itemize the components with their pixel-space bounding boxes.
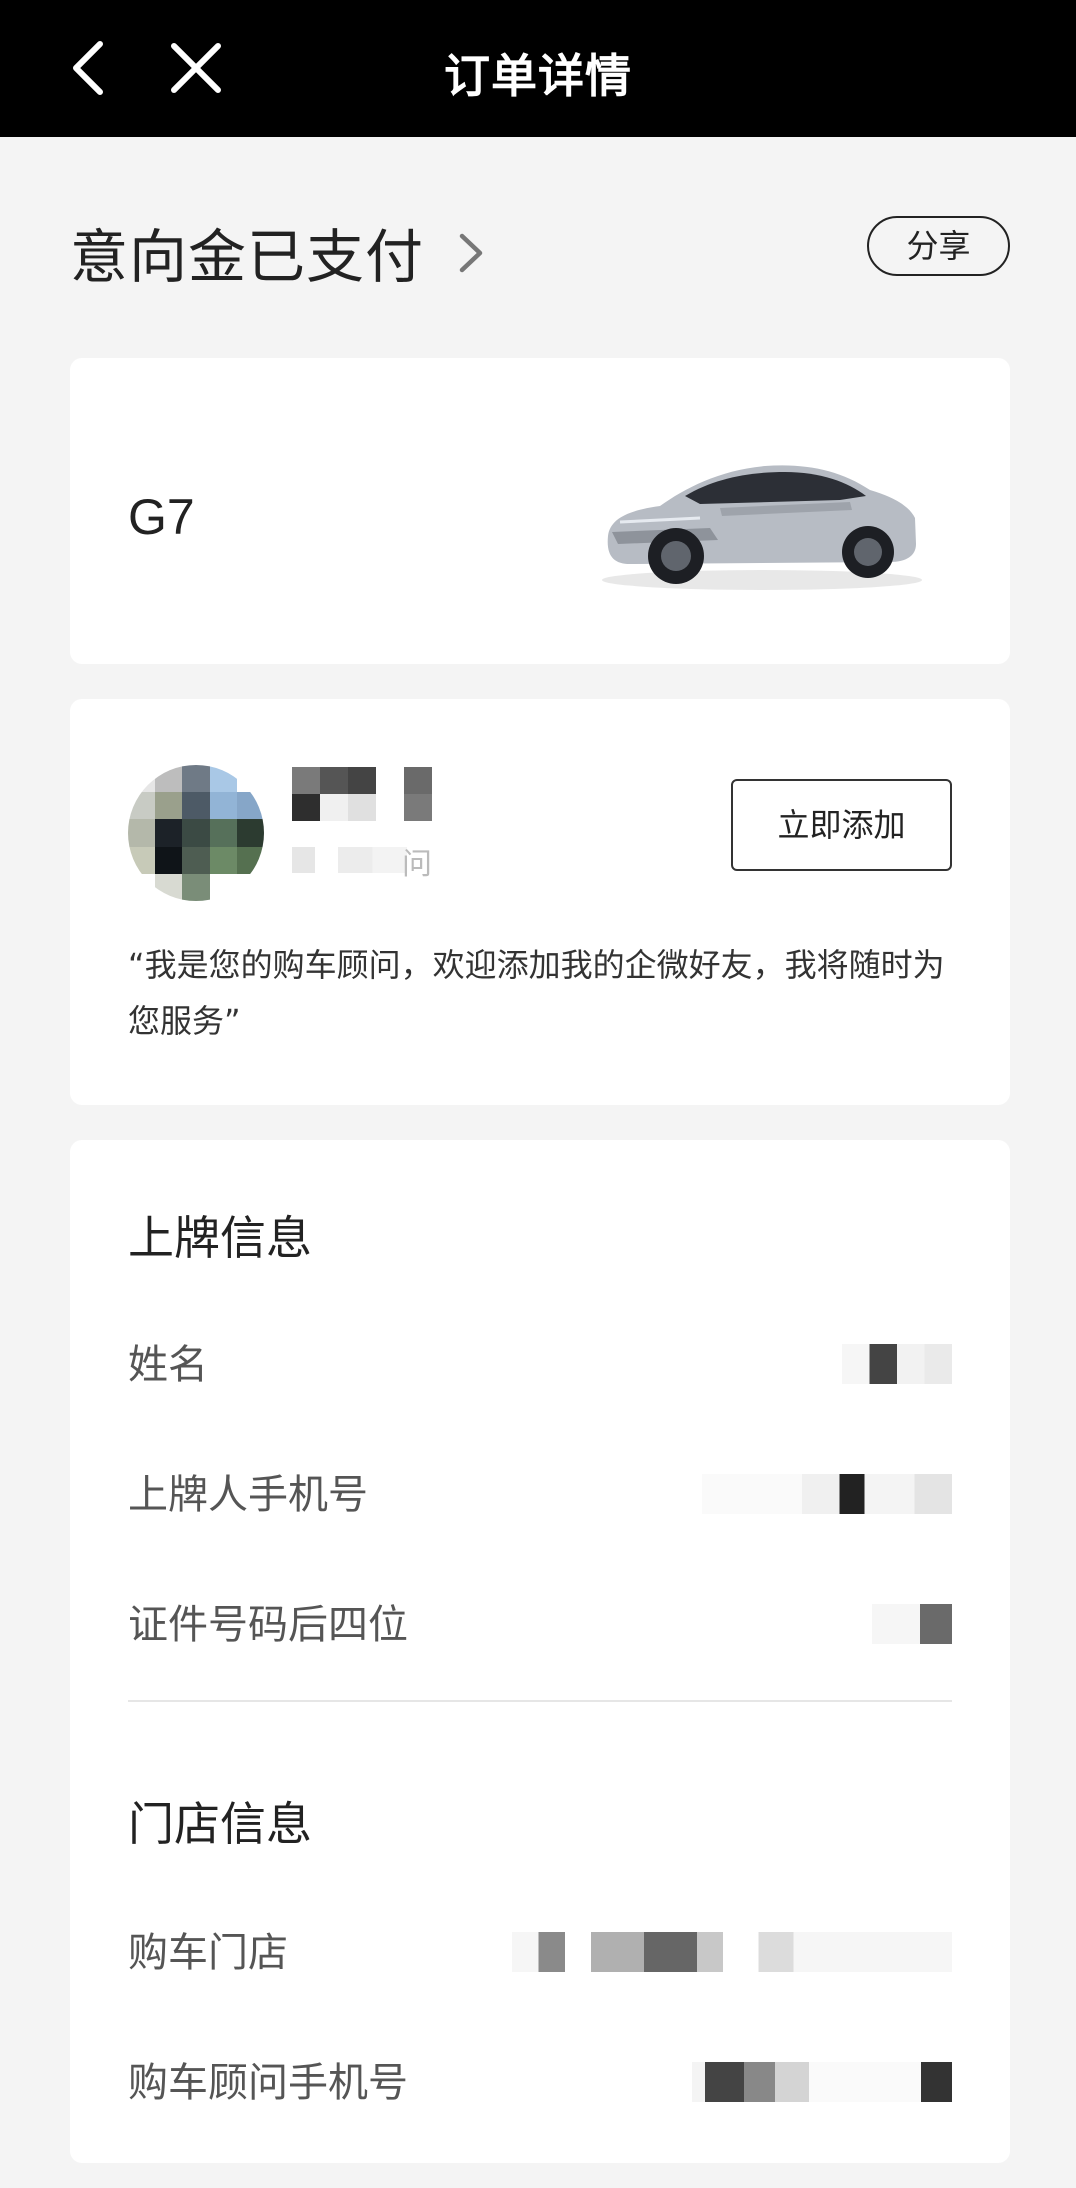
advisor-avatar xyxy=(128,765,264,901)
car-card[interactable]: G7 xyxy=(70,358,1010,664)
store-section-title: 门店信息 xyxy=(128,1797,312,1851)
info-row-label: 购车顾问手机号 xyxy=(128,2060,408,2106)
info-row-label: 上牌人手机号 xyxy=(128,1472,368,1518)
info-row-advisor-phone: 购车顾问手机号 xyxy=(128,2050,952,2110)
order-status-title[interactable]: 意向金已支付 xyxy=(70,210,424,294)
order-status-row[interactable]: 意向金已支付 分享 xyxy=(70,210,1010,291)
add-advisor-button[interactable]: 立即添加 xyxy=(731,779,952,871)
page-title: 订单详情 xyxy=(444,49,632,103)
info-row-store: 购车门店 xyxy=(128,1920,952,1980)
car-model-name: G7 xyxy=(128,489,195,545)
advisor-quote: “我是您的购车顾问，欢迎添加我的企微好友，我将随时为您服务” xyxy=(128,946,945,1040)
info-row-id-last4: 证件号码后四位 xyxy=(128,1592,952,1652)
info-row-name: 姓名 xyxy=(128,1332,952,1392)
info-row-plate-phone: 上牌人手机号 xyxy=(128,1462,952,1522)
car-image xyxy=(602,465,922,590)
advisor-name-masked xyxy=(292,767,432,821)
registration-section-title: 上牌信息 xyxy=(128,1211,312,1265)
info-row-label: 证件号码后四位 xyxy=(128,1602,408,1648)
share-button[interactable]: 分享 xyxy=(867,216,1010,276)
advisor-title-suffix: 问 xyxy=(402,847,432,882)
section-divider xyxy=(128,1700,952,1702)
top-nav-bar: 订单详情 xyxy=(0,0,1076,137)
masked-value xyxy=(512,1932,952,1972)
advisor-title-masked: 问 xyxy=(292,839,432,882)
info-card: 上牌信息 姓名 上牌人手机号 证件号码后四位 门店信息 购车门店 购车顾问手机号 xyxy=(70,1140,1010,2163)
masked-value xyxy=(692,2062,952,2102)
masked-value xyxy=(872,1604,952,1644)
info-row-label: 购车门店 xyxy=(128,1930,288,1976)
masked-value xyxy=(702,1474,952,1514)
advisor-card: 问 立即添加 “我是您的购车顾问，欢迎添加我的企微好友，我将随时为您服务” xyxy=(70,699,1010,1105)
info-row-label: 姓名 xyxy=(128,1342,208,1388)
masked-value xyxy=(842,1344,952,1384)
chevron-right-icon[interactable] xyxy=(452,228,492,278)
